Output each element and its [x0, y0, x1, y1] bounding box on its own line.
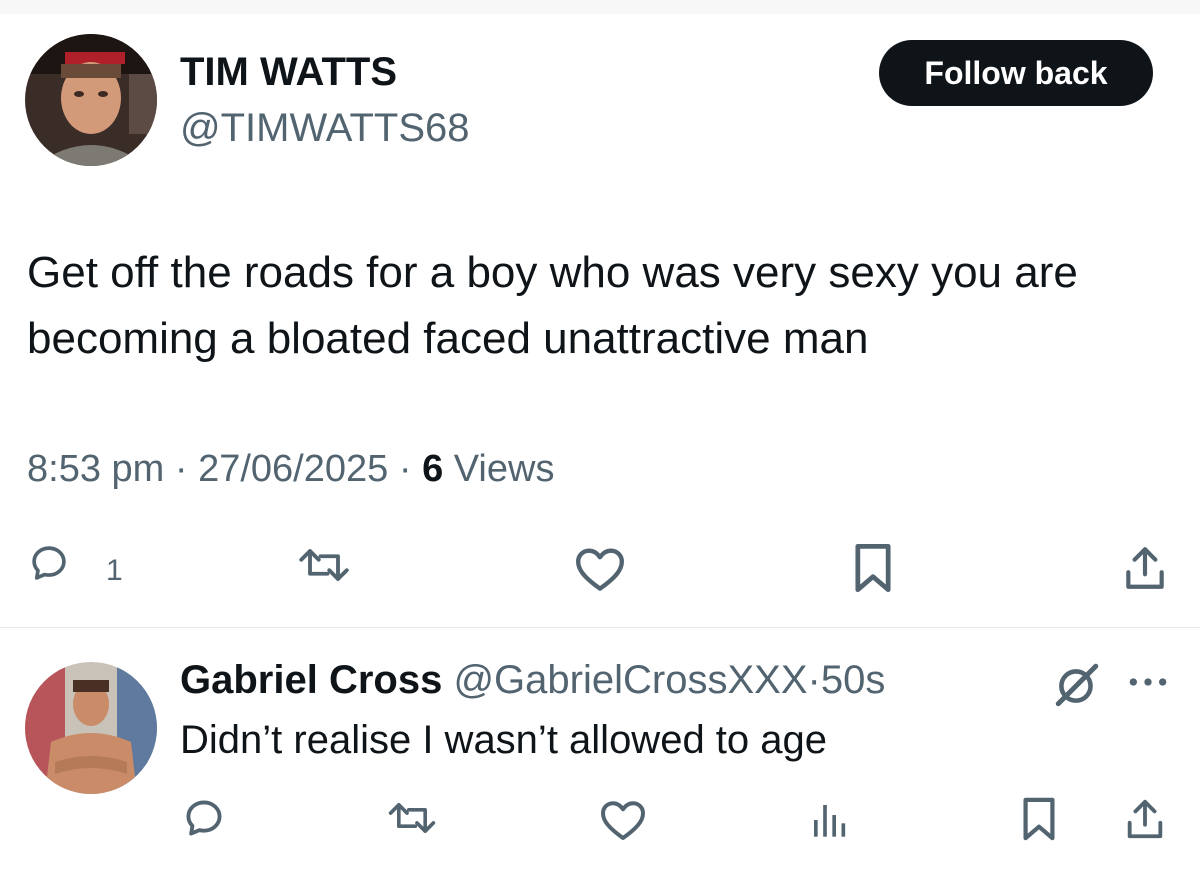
analytics-bars-icon[interactable] — [808, 800, 850, 840]
more-dots-icon[interactable] — [1126, 672, 1170, 692]
retweet-icon[interactable] — [384, 798, 440, 838]
tweet-divider — [0, 627, 1200, 628]
bookmark-icon[interactable] — [1018, 796, 1060, 842]
reply-text: Didn’t realise I wasn’t allowed to age — [180, 718, 828, 762]
reply-bubble-icon[interactable] — [28, 542, 70, 584]
retweet-icon[interactable] — [294, 544, 354, 586]
reply-age[interactable]: 50s — [821, 658, 886, 702]
tweet-author-handle[interactable]: @TIMWATTS68 — [180, 106, 470, 151]
heart-icon[interactable] — [572, 545, 628, 593]
bookmark-icon[interactable] — [850, 542, 896, 594]
views-label: Views — [453, 448, 555, 490]
tweet-time[interactable]: 8:53 pm — [27, 448, 164, 490]
tweet-meta: 8:53 pm · 27/06/2025 · 6 Views — [27, 448, 554, 491]
views-count: 6 — [422, 448, 444, 490]
share-upload-icon[interactable] — [1122, 796, 1168, 842]
follow-back-button[interactable]: Follow back — [879, 40, 1153, 106]
reply-bubble-icon[interactable] — [182, 796, 226, 840]
tweet-author-name[interactable]: TIM WATTS — [180, 50, 397, 95]
reply-author-handle[interactable]: @GabrielCrossXXX — [453, 658, 807, 702]
tweet-text: Get off the roads for a boy who was very… — [27, 248, 1078, 363]
avatar-photo — [25, 34, 157, 166]
avatar-photo — [25, 662, 157, 794]
tweet-date[interactable]: 27/06/2025 — [198, 448, 388, 490]
tweet-author-avatar[interactable] — [25, 34, 157, 166]
grok-icon[interactable] — [1052, 660, 1102, 710]
meta-separator: · — [174, 448, 188, 490]
heart-icon[interactable] — [598, 798, 648, 842]
meta-separator: · — [807, 658, 821, 702]
meta-separator: · — [398, 448, 412, 490]
top-edge-bar — [0, 0, 1200, 14]
reply-author-avatar[interactable] — [25, 662, 157, 794]
share-upload-icon[interactable] — [1120, 542, 1170, 594]
reply-header: Gabriel Cross @GabrielCrossXXX·50s — [180, 658, 885, 703]
reply-author-name[interactable]: Gabriel Cross — [180, 658, 442, 702]
reply-count: 1 — [106, 554, 123, 587]
